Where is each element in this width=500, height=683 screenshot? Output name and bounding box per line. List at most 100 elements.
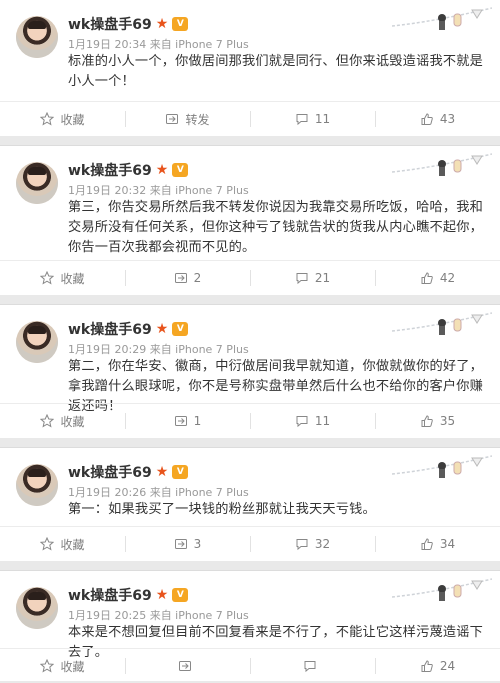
like-count: 24 xyxy=(439,659,456,673)
comment-button[interactable]: 32 xyxy=(250,527,375,561)
post-meta[interactable]: 1月19日 20:25 来自 iPhone 7 Plus xyxy=(68,607,249,623)
decoration-icon xyxy=(392,455,492,478)
vip-badge-icon: V xyxy=(172,588,189,602)
collect-button[interactable]: 收藏 xyxy=(0,649,125,683)
star-outline-icon xyxy=(40,271,55,285)
action-bar: 收藏 24 xyxy=(0,648,500,683)
repost-count: 3 xyxy=(193,537,202,551)
post-author: wk操盘手69 ★ V xyxy=(68,462,189,482)
avatar[interactable] xyxy=(16,16,58,58)
thumbs-up-icon xyxy=(420,271,434,285)
collect-button[interactable]: 收藏 xyxy=(0,404,125,438)
post-author: wk操盘手69 ★ V xyxy=(68,319,189,339)
comment-icon xyxy=(303,659,317,673)
collect-label: 收藏 xyxy=(60,537,85,552)
post-text: 标准的小人一个，你做居间那我们就是同行、但你来诋毁造谣我不就是小人一个！ xyxy=(68,54,484,89)
username-link[interactable]: wk操盘手69 xyxy=(68,585,152,605)
decoration-icon xyxy=(392,7,492,30)
like-count: 43 xyxy=(439,112,456,126)
repost-button[interactable]: 3 xyxy=(125,527,250,561)
repost-icon xyxy=(165,112,179,126)
comment-count: 21 xyxy=(314,271,331,285)
post-card: wk操盘手69 ★ V 1月19日 20:26 来自 iPhone 7 Plus… xyxy=(0,447,500,561)
star-outline-icon xyxy=(40,537,55,551)
post-card: wk操盘手69 ★ V 1月19日 20:32 来自 iPhone 7 Plus… xyxy=(0,145,500,295)
collect-button[interactable]: 收藏 xyxy=(0,261,125,295)
thumbs-up-icon xyxy=(420,659,434,673)
like-button[interactable]: 42 xyxy=(375,261,500,295)
repost-count: 1 xyxy=(193,414,202,428)
comment-icon xyxy=(295,271,309,285)
thumbs-up-icon xyxy=(420,414,434,428)
avatar[interactable] xyxy=(16,464,58,506)
star-icon: ★ xyxy=(155,321,169,337)
action-bar: 收藏 转发 11 43 xyxy=(0,101,500,136)
post-card: wk操盘手69 ★ V 1月19日 20:29 来自 iPhone 7 Plus… xyxy=(0,304,500,438)
star-outline-icon xyxy=(40,659,55,673)
repost-button[interactable]: 2 xyxy=(125,261,250,295)
repost-count: 2 xyxy=(193,271,202,285)
collect-button[interactable]: 收藏 xyxy=(0,527,125,561)
comment-button[interactable]: 11 xyxy=(250,404,375,438)
repost-button[interactable]: 1 xyxy=(125,404,250,438)
comment-icon xyxy=(295,414,309,428)
comment-count: 32 xyxy=(314,537,331,551)
vip-badge-icon: V xyxy=(172,322,189,336)
username-link[interactable]: wk操盘手69 xyxy=(68,160,152,180)
post-meta[interactable]: 1月19日 20:32 来自 iPhone 7 Plus xyxy=(68,182,249,198)
comment-button[interactable] xyxy=(250,649,375,683)
decoration-icon xyxy=(392,578,492,601)
repost-button[interactable]: 转发 xyxy=(125,102,250,136)
like-button[interactable]: 35 xyxy=(375,404,500,438)
star-icon: ★ xyxy=(155,162,169,178)
comment-icon xyxy=(295,537,309,551)
thumbs-up-icon xyxy=(420,537,434,551)
like-button[interactable]: 34 xyxy=(375,527,500,561)
vip-badge-icon: V xyxy=(172,465,189,479)
repost-icon xyxy=(174,537,188,551)
collect-label: 收藏 xyxy=(60,414,85,429)
repost-icon xyxy=(174,271,188,285)
like-button[interactable]: 24 xyxy=(375,649,500,683)
repost-button[interactable] xyxy=(125,649,250,683)
post-card: wk操盘手69 ★ V 1月19日 20:34 来自 iPhone 7 Plus… xyxy=(0,0,500,136)
post-meta[interactable]: 1月19日 20:34 来自 iPhone 7 Plus xyxy=(68,36,249,52)
action-bar: 收藏 1 11 35 xyxy=(0,403,500,438)
like-count: 42 xyxy=(439,271,456,285)
thumbs-up-icon xyxy=(420,112,434,126)
decoration-icon xyxy=(392,312,492,335)
post-author: wk操盘手69 ★ V xyxy=(68,14,189,34)
like-button[interactable]: 43 xyxy=(375,102,500,136)
weibo-feed: wk操盘手69 ★ V 1月19日 20:34 来自 iPhone 7 Plus… xyxy=(0,0,500,681)
star-icon: ★ xyxy=(155,464,169,480)
comment-icon xyxy=(295,112,309,126)
comment-button[interactable]: 11 xyxy=(250,102,375,136)
post-meta[interactable]: 1月19日 20:26 来自 iPhone 7 Plus xyxy=(68,484,249,500)
username-link[interactable]: wk操盘手69 xyxy=(68,319,152,339)
star-outline-icon xyxy=(40,112,55,126)
post-author: wk操盘手69 ★ V xyxy=(68,585,189,605)
action-bar: 收藏 2 21 42 xyxy=(0,260,500,295)
vip-badge-icon: V xyxy=(172,163,189,177)
repost-count: 转发 xyxy=(185,112,210,127)
avatar[interactable] xyxy=(16,587,58,629)
like-count: 35 xyxy=(439,414,456,428)
post-meta[interactable]: 1月19日 20:29 来自 iPhone 7 Plus xyxy=(68,341,249,357)
star-outline-icon xyxy=(40,414,55,428)
avatar[interactable] xyxy=(16,321,58,363)
avatar[interactable] xyxy=(16,162,58,204)
username-link[interactable]: wk操盘手69 xyxy=(68,462,152,482)
star-icon: ★ xyxy=(155,16,169,32)
collect-label: 收藏 xyxy=(60,271,85,286)
comment-count: 11 xyxy=(314,414,331,428)
collect-button[interactable]: 收藏 xyxy=(0,102,125,136)
action-bar: 收藏 3 32 34 xyxy=(0,526,500,561)
post-text: 第一：如果我买了一块钱的粉丝那就让我天天亏钱。 xyxy=(68,502,376,517)
post-author: wk操盘手69 ★ V xyxy=(68,160,189,180)
decoration-icon xyxy=(392,153,492,176)
vip-badge-icon: V xyxy=(172,17,189,31)
username-link[interactable]: wk操盘手69 xyxy=(68,14,152,34)
like-count: 34 xyxy=(439,537,456,551)
collect-label: 收藏 xyxy=(60,659,85,674)
comment-button[interactable]: 21 xyxy=(250,261,375,295)
